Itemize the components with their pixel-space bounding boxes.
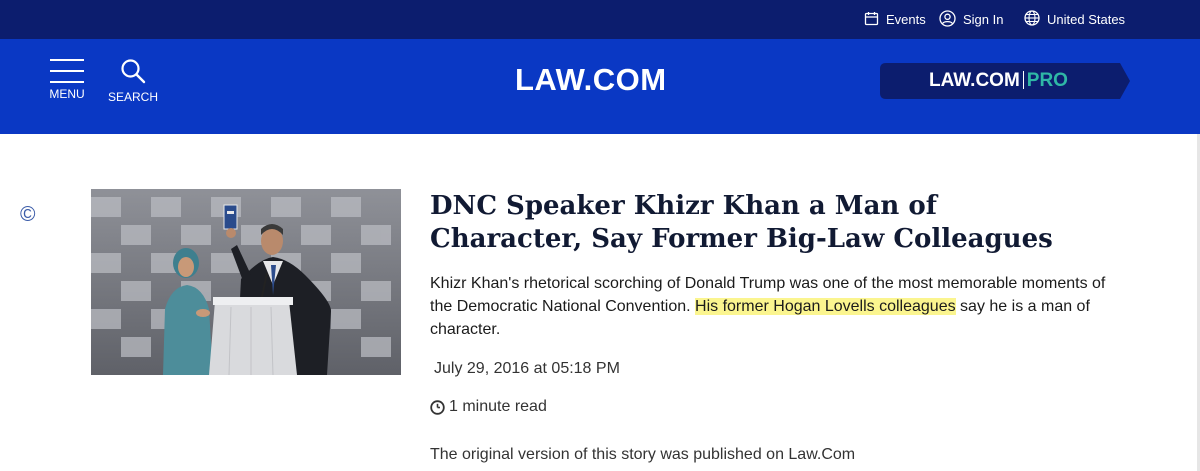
- calendar-icon: [864, 11, 879, 29]
- sign-in-label: Sign In: [963, 12, 1004, 27]
- hamburger-icon: [46, 57, 88, 87]
- menu-button[interactable]: MENU: [46, 57, 88, 107]
- top-utility-bar: Events Sign In United States: [0, 0, 1200, 39]
- publish-date: July 29, 2016 at 05:18 PM: [434, 360, 620, 377]
- main-header: MENU SEARCH LAW.COM LAW.COM PRO: [0, 39, 1200, 134]
- pro-logo-main: LAW.COM: [929, 70, 1020, 91]
- user-icon: [939, 9, 956, 30]
- copyright-icon: ©: [20, 203, 36, 226]
- read-time-label: 1 minute read: [449, 398, 547, 415]
- events-link[interactable]: Events: [864, 0, 926, 39]
- pro-logo-suffix: PRO: [1026, 70, 1068, 91]
- original-version-note: The original version of this story was p…: [430, 446, 856, 463]
- site-logo[interactable]: LAW.COM: [515, 62, 695, 102]
- sign-in-link[interactable]: Sign In: [939, 0, 1003, 39]
- search-label: SEARCH: [107, 90, 158, 104]
- events-label: Events: [886, 12, 926, 27]
- article-headline[interactable]: DNC Speaker Khizr Khan a Man of Characte…: [430, 190, 1070, 256]
- country-selector[interactable]: United States: [1024, 0, 1125, 39]
- globe-icon: [1024, 10, 1040, 29]
- country-label: United States: [1047, 12, 1126, 27]
- pro-logo-divider: [1022, 71, 1024, 89]
- clock-icon: [430, 399, 445, 415]
- article-photo[interactable]: [91, 189, 401, 375]
- summary-highlight: His former Hogan Lovells colleagues: [695, 298, 956, 315]
- search-button[interactable]: SEARCH: [104, 57, 162, 107]
- menu-label: MENU: [49, 87, 85, 101]
- law-com-pro-button[interactable]: LAW.COM PRO: [880, 63, 1132, 99]
- read-time: 1 minute read: [430, 398, 547, 416]
- pro-logo: LAW.COM PRO: [929, 70, 1068, 92]
- article-summary: Khizr Khan's rhetorical scorching of Don…: [430, 272, 1120, 341]
- search-icon: [121, 59, 146, 84]
